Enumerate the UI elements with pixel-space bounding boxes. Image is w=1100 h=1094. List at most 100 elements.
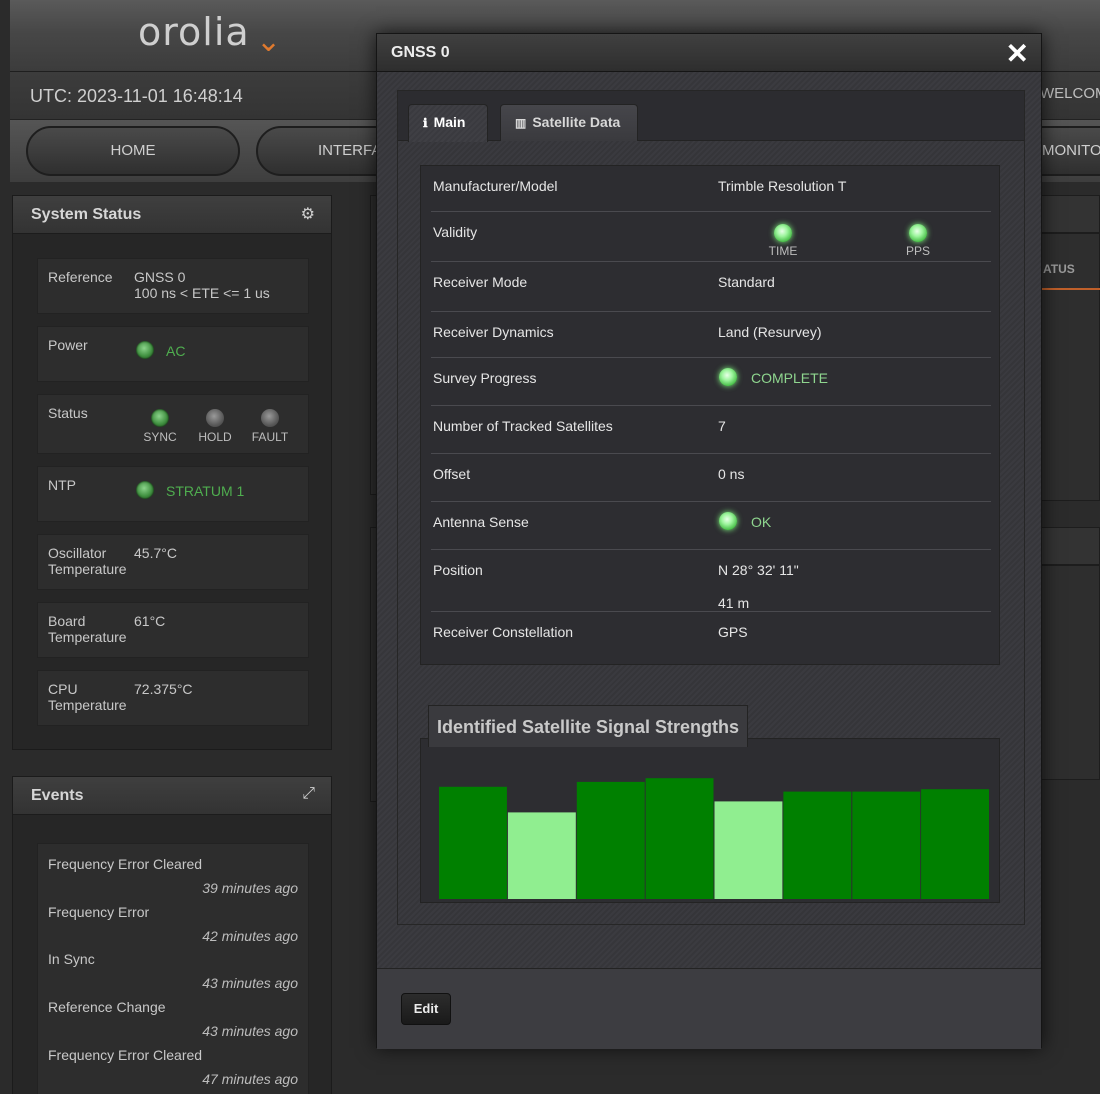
receiver-mode-label: Receiver Mode (433, 274, 528, 290)
chart-title: Identified Satellite Signal Strengths (437, 717, 740, 737)
modal-footer: Edit (377, 968, 1041, 1049)
table-row: Offset 0 ns (431, 454, 991, 502)
event-item[interactable]: In Sync 43 minutes ago (48, 951, 298, 991)
position-latitude: N 28° 32' 11" (718, 562, 799, 578)
antenna-sense-label: Antenna Sense (433, 514, 529, 530)
power-row: Power AC (37, 326, 309, 382)
tab-main[interactable]: ℹ Main (408, 104, 488, 142)
gnss-modal: GNSS 0 ✕ ℹ Main ▥ Satellite Data Manufactu… (376, 33, 1042, 1049)
nav-home-button[interactable]: HOME (26, 126, 240, 176)
table-row: Validity TIME PPS (431, 212, 991, 262)
signal-strength-chart (420, 738, 1000, 903)
modal-body: ℹ Main ▥ Satellite Data Manufacturer/Model… (377, 72, 1041, 968)
sync-led-icon (151, 409, 169, 427)
offset-value: 0 ns (718, 466, 745, 482)
info-icon: ℹ (423, 116, 428, 130)
table-row: Antenna Sense OK (431, 502, 991, 550)
table-row: Receiver Constellation GPS (431, 612, 991, 658)
hold-led-icon (206, 409, 224, 427)
board-row: Board Temperature 61°C (37, 602, 309, 658)
ntp-value: STRATUM 1 (166, 483, 245, 499)
event-item[interactable]: Frequency Error Cleared 47 minutes ago (48, 1047, 298, 1087)
event-time: 47 minutes ago (202, 1071, 298, 1087)
event-item[interactable]: Frequency Error 42 minutes ago (48, 904, 298, 944)
table-row: Number of Tracked Satellites 7 (431, 406, 991, 454)
system-status-title: System Status (31, 206, 142, 223)
reference-row: Reference GNSS 0 100 ns < ETE <= 1 us (37, 258, 309, 314)
receiver-mode-value: Standard (718, 274, 775, 290)
event-time: 42 minutes ago (202, 928, 298, 944)
tab-satellite-data[interactable]: ▥ Satellite Data (500, 104, 638, 141)
tab-bar: ℹ Main ▥ Satellite Data (398, 91, 1024, 142)
status-row: Status SYNC HOLD FAULT (37, 394, 309, 454)
power-led-icon (136, 341, 154, 359)
signal-bar (852, 791, 921, 899)
receiver-dynamics-value: Land (Resurvey) (718, 324, 822, 340)
antenna-sense-value: OK (751, 514, 772, 530)
expand-icon[interactable]: ⤢ (302, 785, 315, 803)
power-label: Power (48, 337, 88, 353)
table-row: Receiver Mode Standard (431, 262, 991, 312)
reference-source: GNSS 0 (134, 269, 186, 285)
events-list: Frequency Error Cleared 39 minutes ago F… (37, 843, 309, 1094)
event-item[interactable]: Reference Change 43 minutes ago (48, 999, 298, 1039)
system-status-header: System Status ⚙ (13, 196, 331, 234)
orolia-logo: orolia ⌄ (138, 10, 283, 59)
background-panel (1040, 565, 1100, 780)
background-panel-header (1040, 527, 1100, 565)
reference-ete: 100 ns < ETE <= 1 us (134, 285, 270, 301)
pps-caption: PPS (905, 244, 930, 258)
events-panel: Events ⤢ Frequency Error Cleared 39 minu… (12, 776, 332, 1094)
signal-chart-svg (439, 778, 989, 899)
chart-title-tab: Identified Satellite Signal Strengths (428, 705, 749, 747)
background-panel-header (1040, 195, 1100, 233)
board-label: Board Temperature (48, 613, 127, 645)
survey-progress-value: COMPLETE (751, 370, 829, 386)
position-label: Position (433, 562, 483, 578)
cpu-label: CPU Temperature (48, 681, 127, 713)
close-icon[interactable]: ✕ (1006, 37, 1029, 70)
event-time: 43 minutes ago (202, 975, 298, 991)
cpu-row: CPU Temperature 72.375°C (37, 670, 309, 726)
tabs-container: ℹ Main ▥ Satellite Data Manufacturer/Model… (397, 90, 1025, 925)
receiver-dynamics-label: Receiver Dynamics (433, 324, 554, 340)
signal-bar (714, 801, 783, 899)
pps-led-icon (909, 224, 927, 242)
event-text: Frequency Error (48, 904, 150, 920)
event-item[interactable]: Frequency Error Cleared 39 minutes ago (48, 856, 298, 896)
signal-bar (645, 778, 714, 899)
edit-button[interactable]: Edit (401, 993, 451, 1025)
event-time: 39 minutes ago (202, 880, 298, 896)
modal-title: GNSS 0 (391, 44, 450, 61)
table-row: Manufacturer/Model Trimble Resolution T (431, 166, 991, 212)
ntp-row: NTP STRATUM 1 (37, 466, 309, 522)
table-row: Position N 28° 32' 11" 41 m (431, 550, 991, 612)
sync-caption: SYNC (143, 430, 177, 444)
hold-caption: HOLD (198, 430, 232, 444)
modal-header: GNSS 0 ✕ (377, 34, 1041, 72)
background-panel: ATUS (1040, 233, 1100, 501)
table-row: Receiver Dynamics Land (Resurvey) (431, 312, 991, 358)
board-value: 61°C (134, 613, 166, 629)
signal-bar (921, 789, 989, 899)
tracked-satellites-label: Number of Tracked Satellites (433, 418, 613, 434)
reference-label: Reference (48, 269, 113, 285)
gnss-info-table: Manufacturer/Model Trimble Resolution T … (420, 165, 1000, 665)
reference-value: GNSS 0 100 ns < ETE <= 1 us (134, 269, 270, 301)
fault-caption: FAULT (251, 430, 289, 444)
accent-divider (1041, 288, 1100, 290)
survey-led-icon (719, 368, 737, 386)
table-row: Survey Progress COMPLETE (431, 358, 991, 406)
survey-progress-label: Survey Progress (433, 370, 537, 386)
power-value: AC (166, 343, 186, 359)
event-text: Frequency Error Cleared (48, 856, 203, 872)
events-title: Events (31, 787, 84, 804)
events-header: Events ⤢ (13, 777, 331, 815)
oscillator-label: Oscillator Temperature (48, 545, 127, 577)
time-caption: TIME (768, 244, 798, 258)
signal-bar (439, 786, 507, 899)
signal-bar (783, 791, 852, 899)
oscillator-value: 45.7°C (134, 545, 177, 561)
gear-icon[interactable]: ⚙ (301, 204, 315, 224)
tab-satellite-label: Satellite Data (532, 114, 621, 130)
